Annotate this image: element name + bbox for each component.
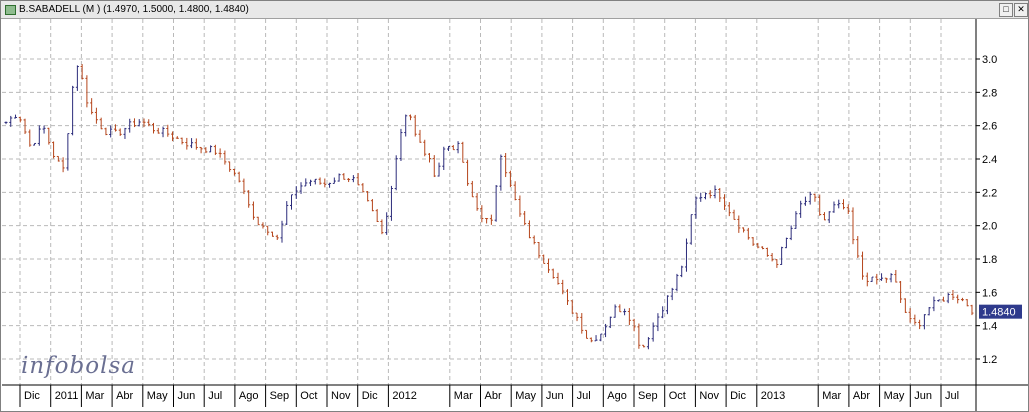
x-tick-label: Sep (270, 390, 290, 402)
x-tick-label: Jun (546, 390, 564, 402)
x-tick-label: May (515, 390, 536, 402)
chart-icon (5, 5, 16, 15)
y-axis: 1.2 1.4 1.6 1.8 2.0 2.2 2.4 2.6 2.8 3.0 (976, 54, 997, 366)
infobolsa-watermark: infobolsa (21, 353, 136, 379)
y-tick-label: 1.8 (982, 254, 997, 266)
x-tick-label: Mar (85, 390, 104, 402)
x-tick-label: Abr (116, 390, 133, 402)
x-tick-label: Mar (822, 390, 841, 402)
restore-button[interactable]: □ (999, 3, 1013, 17)
x-tick-label: Jun (178, 390, 196, 402)
x-tick-label: Ago (607, 390, 627, 402)
last-price-value: 1.4840 (982, 307, 1016, 319)
last-price-label: 1.4840 (979, 304, 1022, 319)
y-tick-label: 1.6 (982, 287, 997, 299)
x-tick-label: Jul (208, 390, 222, 402)
chart-window: B.SABADELL (M ) (1.4970, 1.5000, 1.4800,… (0, 0, 1029, 412)
x-tick-label: Oct (300, 390, 317, 402)
x-tick-label: Oct (669, 390, 686, 402)
x-tick-label: Nov (699, 390, 719, 402)
x-tick-label: Ago (239, 390, 259, 402)
x-tick-label: May (884, 390, 905, 402)
x-tick-label: Dic (24, 390, 40, 402)
x-tick-label: Sep (638, 390, 658, 402)
x-tick-label: Dic (730, 390, 746, 402)
y-tick-label: 2.0 (982, 221, 997, 233)
x-tick-label: 2012 (392, 390, 416, 402)
plot-area (2, 19, 976, 385)
x-tick-label: May (147, 390, 168, 402)
x-tick-label: Nov (331, 390, 351, 402)
y-tick-label: 1.2 (982, 354, 997, 366)
close-button[interactable]: ✕ (1014, 3, 1028, 17)
window-title: B.SABADELL (M ) (1.4970, 1.5000, 1.4800,… (19, 4, 249, 15)
price-chart: 1.2 1.4 1.6 1.8 2.0 2.2 2.4 2.6 2.8 3.0 Dic 2011 Ma… (2, 19, 1028, 411)
x-tick-label: Dic (362, 390, 378, 402)
x-axis: Dic 2011 Mar Abr May Jun Jul Ago Sep Oct Nov Dic 201… (19, 385, 959, 407)
x-tick-label: 2013 (761, 390, 785, 402)
y-tick-label: 2.6 (982, 121, 997, 133)
x-tick-label: Jun (914, 390, 932, 402)
y-tick-label: 2.8 (982, 87, 997, 99)
y-tick-label: 2.2 (982, 187, 997, 199)
window-titlebar: B.SABADELL (M ) (1.4970, 1.5000, 1.4800,… (1, 1, 1028, 19)
y-tick-label: 1.4 (982, 321, 997, 333)
x-tick-label: 2011 (55, 390, 79, 402)
y-tick-label: 2.4 (982, 154, 997, 166)
y-tick-label: 3.0 (982, 54, 997, 66)
x-tick-label: Abr (853, 390, 870, 402)
x-tick-label: Jul (945, 390, 959, 402)
x-tick-label: Abr (485, 390, 502, 402)
x-tick-label: Mar (454, 390, 473, 402)
x-tick-label: Jul (577, 390, 591, 402)
